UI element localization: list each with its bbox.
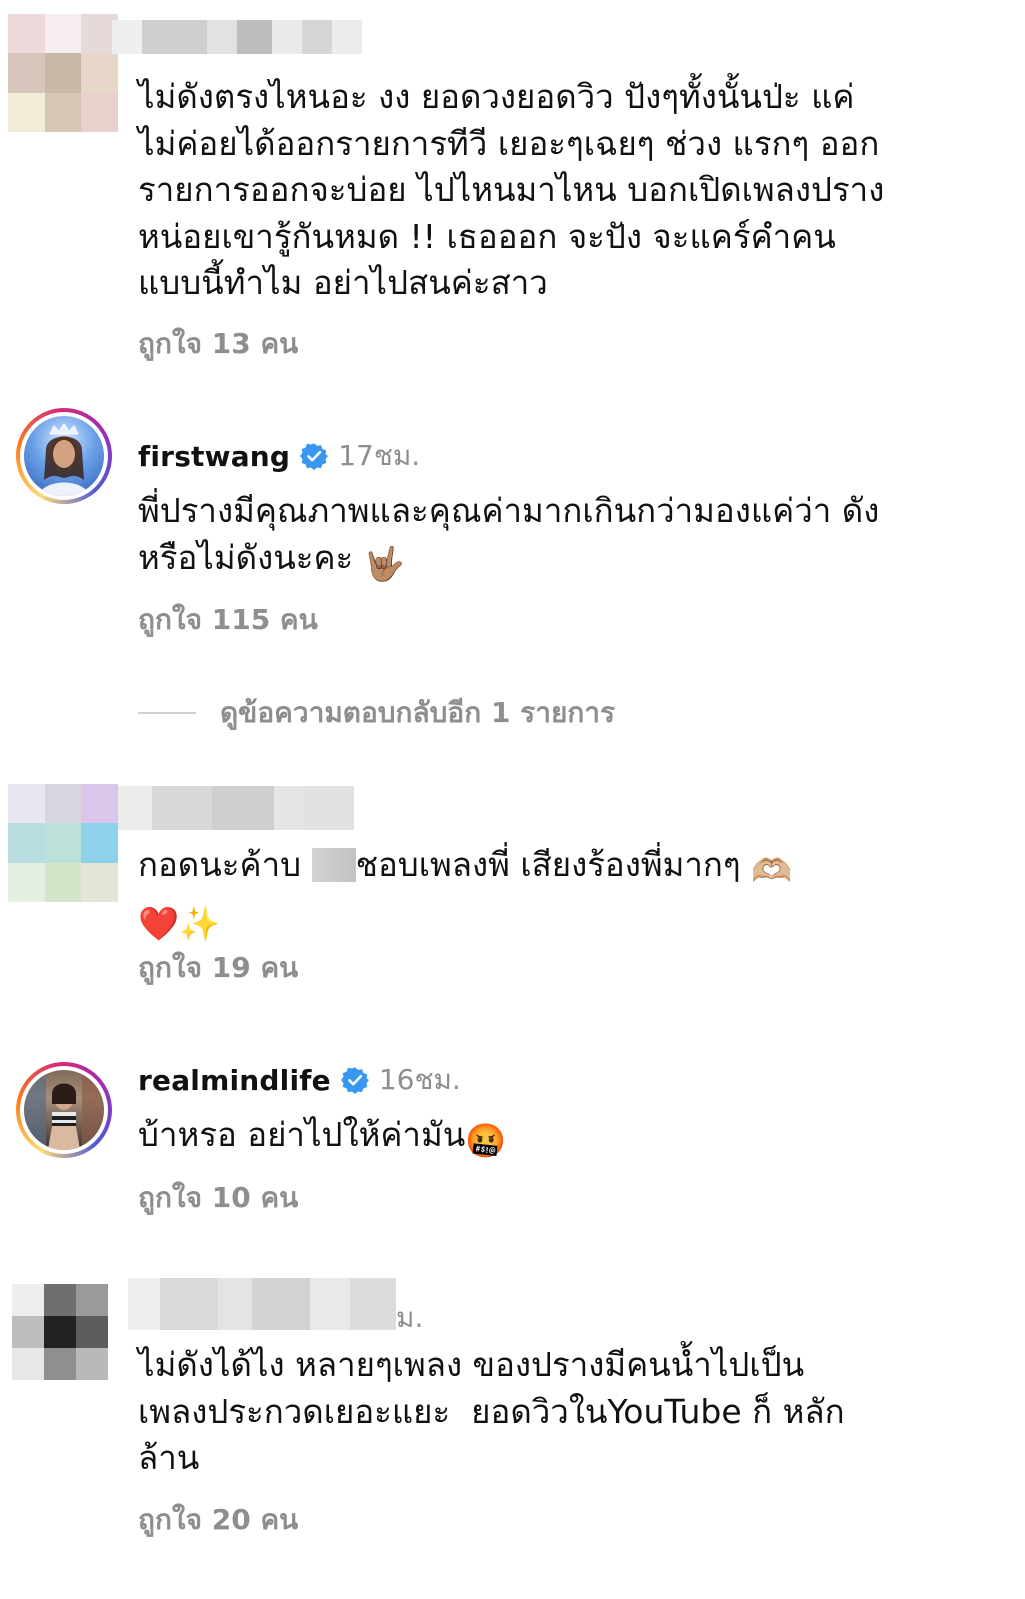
avatar-photo (24, 1070, 104, 1150)
comment-text-content: บ้าหรอ อย่าไปให้ค่ามัน (138, 1115, 466, 1154)
comment-time[interactable]: 17ชม. (338, 434, 420, 478)
avatar[interactable] (8, 14, 118, 132)
view-replies-label: ดูข้อความตอบกลับอีก 1 รายการ (220, 696, 616, 729)
username-blurred[interactable] (118, 786, 354, 830)
replies-divider (138, 712, 196, 714)
comment-text-before: กอดนะค้าบ (138, 845, 312, 884)
comment-text: กอดนะค้าบ ชอบเพลงพี่ เสียงร้องพี่มากๆ 🫶🏼… (138, 842, 918, 947)
avatar-photo (24, 416, 104, 496)
comment-time[interactable]: ม. (396, 1296, 423, 1340)
comment-text-after: ชอบเพลงพี่ เสียงร้องพี่มากๆ (355, 845, 741, 884)
likes-count[interactable]: ถูกใจ 20 คน (138, 1498, 298, 1542)
comment-header: firstwang 17ชม. (138, 436, 420, 476)
likes-count[interactable]: ถูกใจ 10 คน (138, 1176, 298, 1220)
rock-hand-emoji: 🤟🏽 (363, 543, 405, 583)
heart-hands-emoji: 🫶🏼 (751, 851, 793, 890)
avatar[interactable] (12, 1284, 108, 1380)
likes-count[interactable]: ถูกใจ 19 คน (138, 946, 298, 990)
heart-sparkles-emoji: ❤️✨ (138, 903, 221, 943)
view-replies-button[interactable]: ดูข้อความตอบกลับอีก 1 รายการ (138, 696, 615, 730)
comment-text: ไม่ดังได้ไง หลายๆเพลง ของปรางมีคนน้ำไปเป… (138, 1345, 845, 1477)
likes-count[interactable]: ถูกใจ 115 คน (138, 598, 318, 642)
avatar[interactable] (16, 408, 112, 504)
comment-time[interactable]: 16ชม. (379, 1058, 461, 1102)
username[interactable]: firstwang (138, 440, 290, 473)
verified-badge-icon (300, 443, 329, 470)
redacted-name (311, 848, 356, 882)
comment-text: บ้าหรอ อย่าไปให้ค่ามัน🤬 (138, 1112, 898, 1165)
avatar[interactable] (16, 1062, 112, 1158)
likes-count[interactable]: ถูกใจ 13 คน (138, 322, 298, 366)
cursing-face-emoji: 🤬 (465, 1121, 507, 1160)
comment-text: พี่ปรางมีคุณภาพและคุณค่ามากเกินกว่ามองแค… (138, 488, 898, 587)
username[interactable]: realmindlife (138, 1064, 331, 1097)
avatar[interactable] (8, 784, 118, 902)
username-blurred[interactable] (112, 20, 362, 54)
comment-header: realmindlife 16ชม. (138, 1060, 461, 1100)
username-blurred[interactable] (128, 1278, 396, 1330)
comment-text: ไม่ดังตรงไหนอะ งง ยอดวงยอดวิว ปังๆทั้งนั… (138, 77, 895, 302)
verified-badge-icon (340, 1067, 369, 1094)
comment-text-content: พี่ปรางมีคุณภาพและคุณค่ามากเกินกว่ามองแค… (138, 491, 880, 577)
